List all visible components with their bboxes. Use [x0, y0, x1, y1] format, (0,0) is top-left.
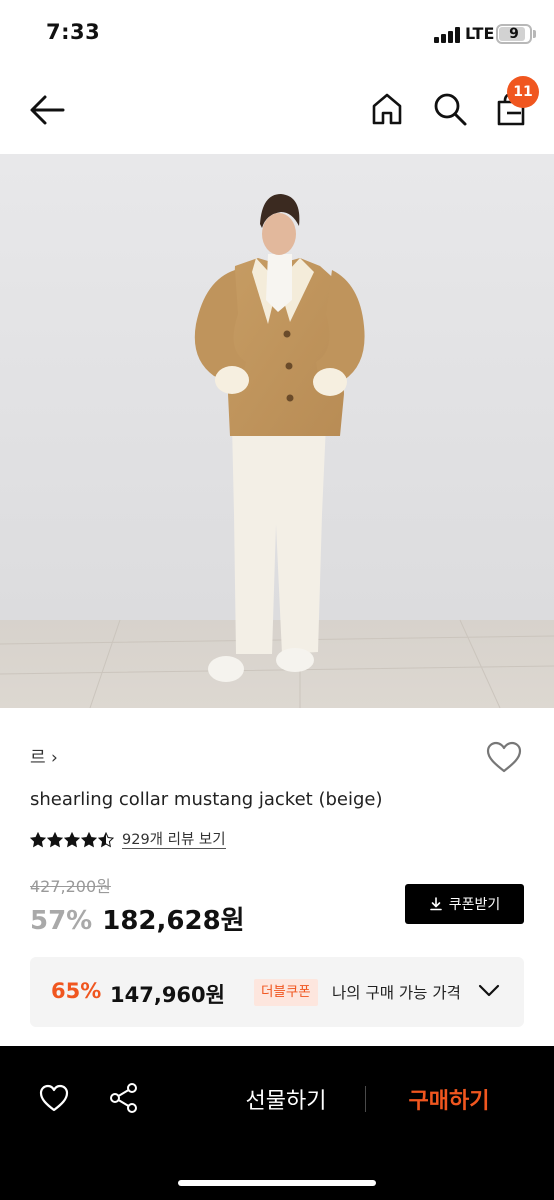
bottom-action-bar: 선물하기 구매하기	[0, 1046, 554, 1200]
product-image[interactable]	[0, 154, 554, 708]
star-icon	[81, 832, 97, 848]
original-price: 427,200원	[30, 877, 111, 896]
best-price: 147,960원	[110, 983, 225, 1007]
price-row: 57% 182,628원	[30, 900, 245, 937]
divider	[365, 1086, 366, 1112]
product-title: shearling collar mustang jacket (beige)	[30, 789, 383, 810]
home-indicator	[178, 1180, 376, 1186]
network-label: LTE	[465, 24, 495, 43]
cart-count-badge: 11	[507, 76, 539, 108]
best-price-box[interactable]: 65% 147,960원 더블쿠폰 나의 구매 가능 가격	[30, 957, 524, 1027]
brand-link[interactable]: 르 ›	[30, 743, 58, 768]
status-time: 7:33	[46, 20, 101, 44]
review-link[interactable]: 929개 리뷰 보기	[122, 832, 226, 849]
coupon-button-label: 쿠폰받기	[448, 897, 501, 913]
star-rating	[30, 832, 114, 848]
download-icon	[429, 897, 442, 911]
star-icon	[30, 832, 46, 848]
best-discount-rate: 65%	[51, 979, 102, 1003]
coupon-button[interactable]: 쿠폰받기	[405, 884, 524, 924]
best-price-label: 나의 구매 가능 가격	[332, 984, 461, 1002]
status-bar: 7:33 LTE 9	[0, 0, 554, 68]
star-icon	[64, 832, 80, 848]
sale-price: 182,628원	[102, 906, 245, 936]
battery-icon: 9	[496, 24, 532, 44]
home-icon[interactable]	[370, 92, 404, 126]
battery-level: 9	[509, 26, 519, 42]
search-icon[interactable]	[432, 91, 468, 127]
gift-button[interactable]: 선물하기	[222, 1083, 350, 1115]
double-coupon-tag: 더블쿠폰	[254, 979, 318, 1006]
heart-outline-icon[interactable]	[38, 1083, 70, 1113]
signal-icon	[434, 27, 460, 43]
heart-outline-icon[interactable]	[485, 740, 523, 774]
brand-name: 르	[30, 748, 46, 768]
share-icon[interactable]	[108, 1082, 140, 1114]
top-nav	[0, 68, 554, 154]
star-icon	[98, 832, 114, 848]
chevron-down-icon[interactable]	[478, 984, 500, 998]
discount-rate: 57%	[30, 906, 93, 936]
buy-button[interactable]: 구매하기	[385, 1083, 513, 1115]
arrow-left-icon[interactable]	[28, 92, 66, 128]
chevron-right-icon: ›	[51, 748, 58, 768]
star-icon	[47, 832, 63, 848]
rating-row: 929개 리뷰 보기	[30, 829, 226, 851]
